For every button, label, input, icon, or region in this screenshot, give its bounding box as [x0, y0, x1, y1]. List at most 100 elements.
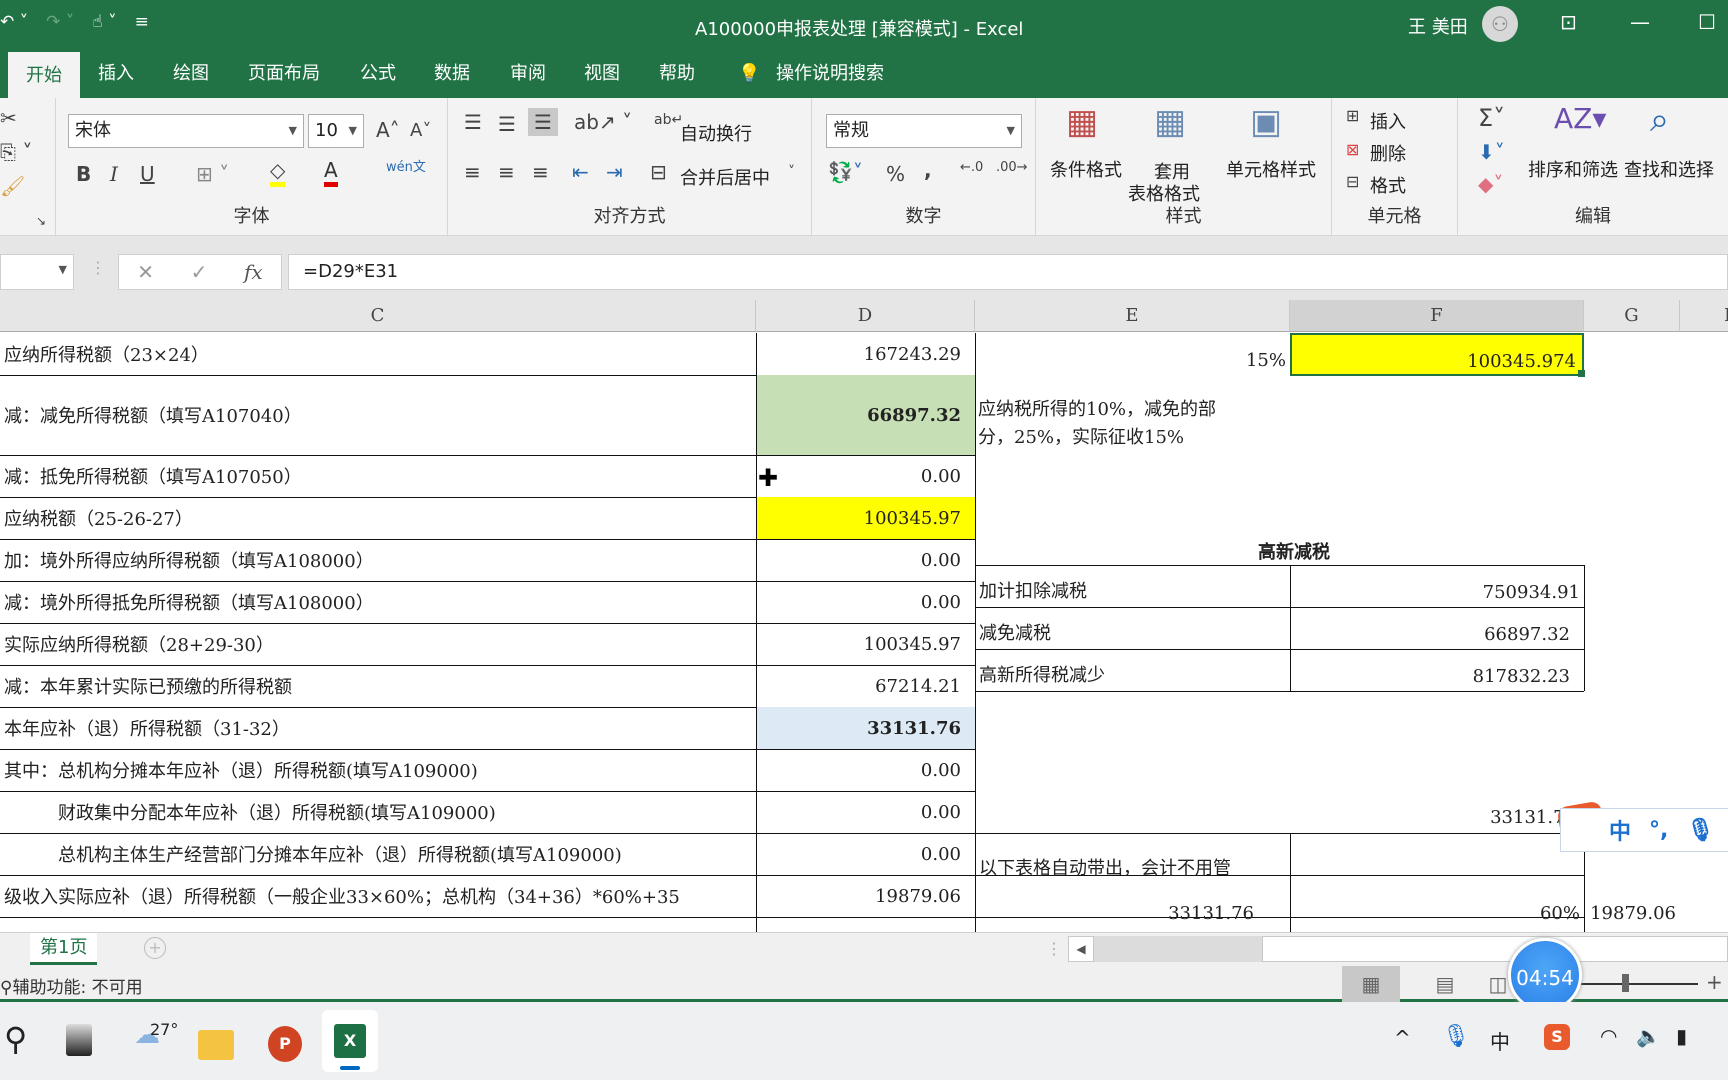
sort-filter-button[interactable]: 排序和筛选	[1528, 156, 1618, 182]
fill-handle[interactable]	[1578, 370, 1585, 377]
decrease-decimal-icon[interactable]: .00→	[996, 160, 1028, 175]
tab-insert[interactable]: 插入	[98, 50, 134, 98]
delete-cells-button[interactable]: 删除	[1370, 140, 1406, 166]
decrease-font-icon[interactable]: A˅	[410, 120, 431, 141]
show-hidden-icons[interactable]: ^	[1394, 1026, 1411, 1050]
row-label[interactable]: 减：境外所得抵免所得税额（填写A108000）	[0, 581, 756, 623]
dialog-launcher-icon[interactable]: ↘	[36, 214, 46, 228]
row-label[interactable]: 财政集中分配本年应补（退）所得税额(填写A109000)	[0, 791, 756, 833]
battery-icon[interactable]: ▮	[1676, 1024, 1687, 1048]
borders-icon[interactable]: ⊞ ˅	[196, 162, 229, 186]
gx-row-value[interactable]: 750934.91	[1290, 565, 1584, 607]
column-header-g[interactable]: G	[1584, 300, 1680, 332]
maximize-icon[interactable]: ☐	[1698, 10, 1716, 34]
bold-button[interactable]: B	[76, 162, 91, 186]
format-painter-icon[interactable]: 🖌	[0, 174, 25, 198]
row-value[interactable]: 100345.97	[757, 623, 975, 665]
align-bottom-icon[interactable]: ☰	[528, 108, 558, 136]
tell-me-search[interactable]: 操作说明搜索	[776, 50, 884, 98]
cut-icon[interactable]: ✂	[0, 106, 17, 130]
file-explorer-icon[interactable]	[198, 1030, 234, 1060]
phonetic-icon[interactable]: wén文	[386, 156, 426, 175]
gx-row-label[interactable]: 减免减税	[975, 607, 1290, 649]
formula-input[interactable]: =D29*E31	[288, 254, 1728, 290]
tab-review[interactable]: 审阅	[510, 50, 546, 98]
ime-mode[interactable]: 中	[1609, 814, 1631, 846]
font-name-combo[interactable]: 宋体 ▼	[68, 114, 304, 148]
number-format-combo[interactable]: 常规 ▼	[826, 114, 1022, 148]
f-33131-cell[interactable]: 33131.76	[1290, 800, 1584, 834]
align-right-icon[interactable]: ≡	[532, 160, 549, 184]
increase-font-icon[interactable]: A˄	[376, 118, 400, 142]
wrap-text-button[interactable]: 自动换行	[680, 120, 752, 146]
cancel-icon[interactable]: ✕	[137, 260, 154, 284]
row-value[interactable]: 66897.32	[757, 375, 975, 455]
sogou-tray-icon[interactable]: S	[1544, 1024, 1570, 1050]
bottom-e-cell[interactable]: 33131.76	[975, 884, 1290, 924]
normal-view-icon[interactable]: ▦	[1342, 966, 1400, 1002]
row-value[interactable]: 0.00	[757, 791, 975, 833]
gx-row-value[interactable]: 66897.32	[1290, 607, 1584, 649]
drag-handle-icon[interactable]: ⋮	[90, 258, 106, 277]
customize-qat-icon[interactable]: ≡	[135, 12, 149, 32]
accessibility-status[interactable]: ⚲辅助功能: 不可用	[0, 973, 143, 998]
row-label[interactable]: 应纳税额（25-26-27）	[0, 497, 756, 539]
clear-icon[interactable]: ◆˅	[1478, 172, 1503, 196]
row-label[interactable]: 减：本年累计实际已预缴的所得税额	[0, 665, 756, 707]
add-sheet-icon[interactable]: +	[144, 937, 166, 959]
format-cells-button[interactable]: 格式	[1370, 172, 1406, 198]
recording-timer[interactable]: 04:54	[1508, 938, 1582, 1012]
italic-button[interactable]: I	[110, 162, 118, 186]
tab-data[interactable]: 数据	[434, 50, 470, 98]
row-value[interactable]: 0.00	[757, 455, 975, 497]
chevron-down-icon[interactable]: ˅	[788, 164, 795, 180]
scroll-left-icon[interactable]: ◀	[1068, 936, 1094, 962]
row-value[interactable]: 67214.21	[757, 665, 975, 707]
align-top-icon[interactable]: ☰	[464, 110, 482, 134]
search-icon[interactable]: ⚲	[4, 1020, 27, 1058]
splitter-handle[interactable]: ⋮	[1046, 939, 1062, 958]
row-value[interactable]: 33131.76	[757, 707, 975, 749]
ime-punct[interactable]: °,	[1649, 818, 1668, 843]
align-middle-icon[interactable]: ☰	[498, 112, 516, 136]
column-header-c[interactable]: C	[0, 300, 756, 332]
copy-icon[interactable]: ⎘ ˅	[0, 140, 32, 164]
row-label[interactable]: 减：减免所得税额（填写A107040）	[0, 375, 756, 455]
worksheet-grid[interactable]: C D E F G H 应纳所得税额（23×24）167243.29减：减免所得…	[0, 300, 1728, 932]
align-left-icon[interactable]: ≡	[464, 160, 481, 184]
auto-note-cell[interactable]: 以下表格自动带出，会计不用管	[975, 842, 1290, 882]
bottom-g-cell[interactable]: 19879.06	[1584, 884, 1680, 924]
page-layout-view-icon[interactable]: ▤	[1420, 966, 1470, 1002]
bottom-f-cell[interactable]: 60%	[1290, 884, 1584, 924]
volume-icon[interactable]: 🔈	[1636, 1024, 1661, 1048]
task-view-icon[interactable]	[66, 1024, 92, 1056]
conditional-format-button[interactable]: 条件格式	[1050, 156, 1122, 182]
column-header-h[interactable]: H	[1680, 300, 1728, 332]
row-label[interactable]: 其中：总机构分摊本年应补（退）所得税额(填写A109000)	[0, 749, 756, 791]
cell-styles-button[interactable]: 单元格样式	[1226, 156, 1316, 182]
avatar[interactable]: ⚇	[1482, 6, 1518, 42]
excel-taskbar-button[interactable]: X	[322, 1010, 378, 1072]
comma-button[interactable]: ,	[924, 158, 932, 182]
enter-icon[interactable]: ✓	[191, 260, 208, 284]
zoom-slider[interactable]	[1578, 983, 1698, 985]
user-name[interactable]: 王 美田	[1408, 13, 1468, 39]
underline-button[interactable]: U	[140, 162, 155, 186]
font-size-combo[interactable]: 10 ▼	[308, 114, 364, 148]
gx-row-value[interactable]: 817832.23	[1290, 649, 1584, 691]
sheet-tab-1[interactable]: 第1页	[30, 933, 98, 965]
gx-row-label[interactable]: 高新所得税减少	[975, 649, 1290, 691]
f-selected-cell[interactable]: 100345.974	[1290, 333, 1584, 376]
row-value[interactable]: 0.00	[757, 539, 975, 581]
row-label[interactable]: 实际应纳所得税额（28+29-30）	[0, 623, 756, 665]
row-value[interactable]: 0.00	[757, 833, 975, 875]
row-label[interactable]: 减：抵免所得税额（填写A107050）	[0, 455, 756, 497]
row-label[interactable]: 级收入实际应补（退）所得税额（一般企业33×60%；总机构（34+36）*60%…	[0, 875, 756, 917]
row-value[interactable]: 19879.06	[757, 875, 975, 917]
tab-page-layout[interactable]: 页面布局	[248, 50, 320, 98]
row-label[interactable]: 本年应补（退）所得税额（31-32）	[0, 707, 756, 749]
row-label[interactable]: 应纳所得税额（23×24）	[0, 333, 756, 375]
increase-indent-icon[interactable]: ⇥	[606, 160, 623, 184]
increase-decimal-icon[interactable]: ←.0	[960, 160, 983, 175]
ime-indicator[interactable]: 中	[1490, 1026, 1510, 1055]
